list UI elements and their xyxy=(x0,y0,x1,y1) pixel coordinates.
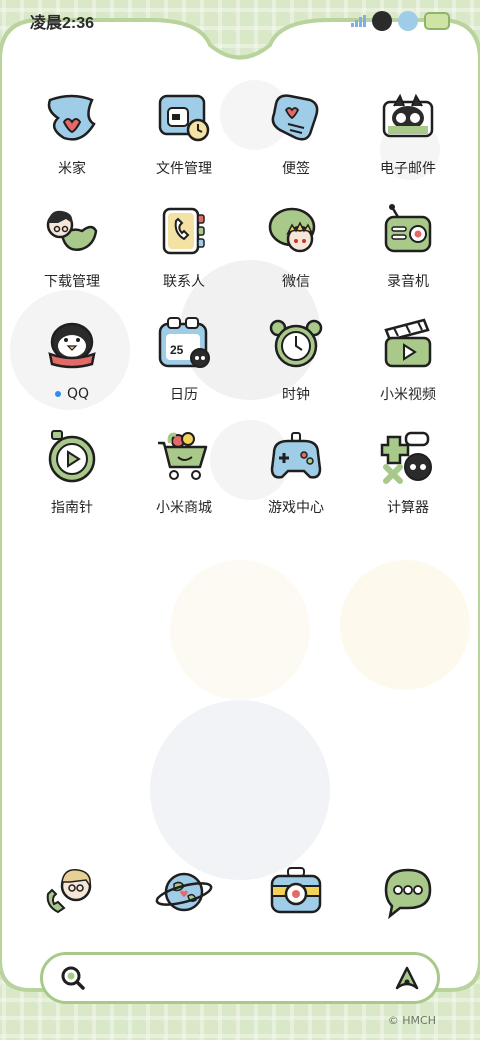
app-label-with-notification: QQ xyxy=(54,384,90,404)
contacts-icon xyxy=(162,207,205,255)
calendar-icon: 25 xyxy=(158,317,210,368)
search-bar[interactable] xyxy=(40,952,440,1004)
dock-messages[interactable] xyxy=(352,862,464,922)
copyright-text: © HMCH xyxy=(387,1014,436,1027)
status-icons xyxy=(351,11,450,31)
cat-status-icon xyxy=(372,11,392,31)
app-label: 时钟 xyxy=(282,387,310,403)
app-download-manager[interactable]: 下载管理 xyxy=(16,201,128,291)
app-label: 小米视频 xyxy=(380,387,436,403)
search-icon[interactable] xyxy=(59,964,87,992)
status-time: 凌晨2:36 xyxy=(30,15,95,32)
app-contacts[interactable]: 联系人 xyxy=(128,201,240,291)
app-label: 米家 xyxy=(58,161,86,177)
qq-penguin-icon xyxy=(48,322,96,369)
app-clock[interactable]: 时钟 xyxy=(240,314,352,404)
notification-dot xyxy=(54,391,61,397)
app-recorder[interactable]: 录音机 xyxy=(352,201,464,291)
alarm-clock-icon xyxy=(269,319,323,368)
app-compass[interactable]: 指南针 xyxy=(16,427,128,517)
app-label: 联系人 xyxy=(163,274,205,290)
app-wechat[interactable]: 微信 xyxy=(240,201,352,291)
status-bar: 凌晨2:36 xyxy=(0,0,480,42)
wifi-icon xyxy=(398,11,418,31)
xiaoai-assistant-icon[interactable] xyxy=(393,964,421,992)
notes-icon xyxy=(271,94,319,141)
app-calendar[interactable]: 25 日历 xyxy=(128,314,240,404)
compass-icon xyxy=(48,430,96,483)
calculator-icon xyxy=(380,431,432,484)
recorder-icon xyxy=(384,204,432,253)
file-manager-icon xyxy=(158,94,210,142)
video-clapper-icon xyxy=(384,318,432,368)
dock-phone[interactable] xyxy=(16,862,128,922)
mijia-icon xyxy=(47,94,96,141)
battery-icon xyxy=(424,12,450,30)
app-email[interactable]: 电子邮件 xyxy=(352,88,464,178)
signal-icon xyxy=(351,15,366,27)
app-label: 日历 xyxy=(170,387,198,403)
camera-icon xyxy=(270,867,322,914)
browser-planet-icon xyxy=(155,872,213,912)
phone-icon xyxy=(46,869,92,914)
app-label: 文件管理 xyxy=(156,161,212,177)
app-label: 下载管理 xyxy=(44,274,100,290)
dock-browser[interactable] xyxy=(128,862,240,922)
email-icon xyxy=(382,93,434,138)
gamepad-icon xyxy=(270,432,322,479)
app-notes[interactable]: 便签 xyxy=(240,88,352,178)
app-qq[interactable]: QQ xyxy=(16,314,128,404)
calendar-day-text: 25 xyxy=(170,343,184,357)
app-file-manager[interactable]: 文件管理 xyxy=(128,88,240,178)
app-label: 便签 xyxy=(282,161,310,177)
app-mi-store[interactable]: 小米商城 xyxy=(128,427,240,517)
app-label: QQ xyxy=(66,386,90,402)
app-mijia[interactable]: 米家 xyxy=(16,88,128,178)
wechat-icon xyxy=(268,207,316,253)
app-game-center[interactable]: 游戏中心 xyxy=(240,427,352,517)
app-label: 录音机 xyxy=(387,274,429,290)
dock-camera[interactable] xyxy=(240,862,352,922)
shopping-cart-icon xyxy=(158,432,208,480)
app-calculator[interactable]: 计算器 xyxy=(352,427,464,517)
messages-icon xyxy=(384,868,432,920)
download-manager-icon xyxy=(46,210,98,251)
app-label: 微信 xyxy=(282,274,310,290)
app-label: 计算器 xyxy=(387,500,429,516)
dock xyxy=(16,862,464,922)
app-grid: 米家 文件管理 便签 电子邮件 下载管理 联系人 微信 录音机 QQ 25 日历… xyxy=(16,88,464,517)
app-label: 游戏中心 xyxy=(268,500,324,516)
app-mi-video[interactable]: 小米视频 xyxy=(352,314,464,404)
app-label: 电子邮件 xyxy=(380,161,436,177)
app-label: 小米商城 xyxy=(156,500,212,516)
app-label: 指南针 xyxy=(51,500,93,516)
